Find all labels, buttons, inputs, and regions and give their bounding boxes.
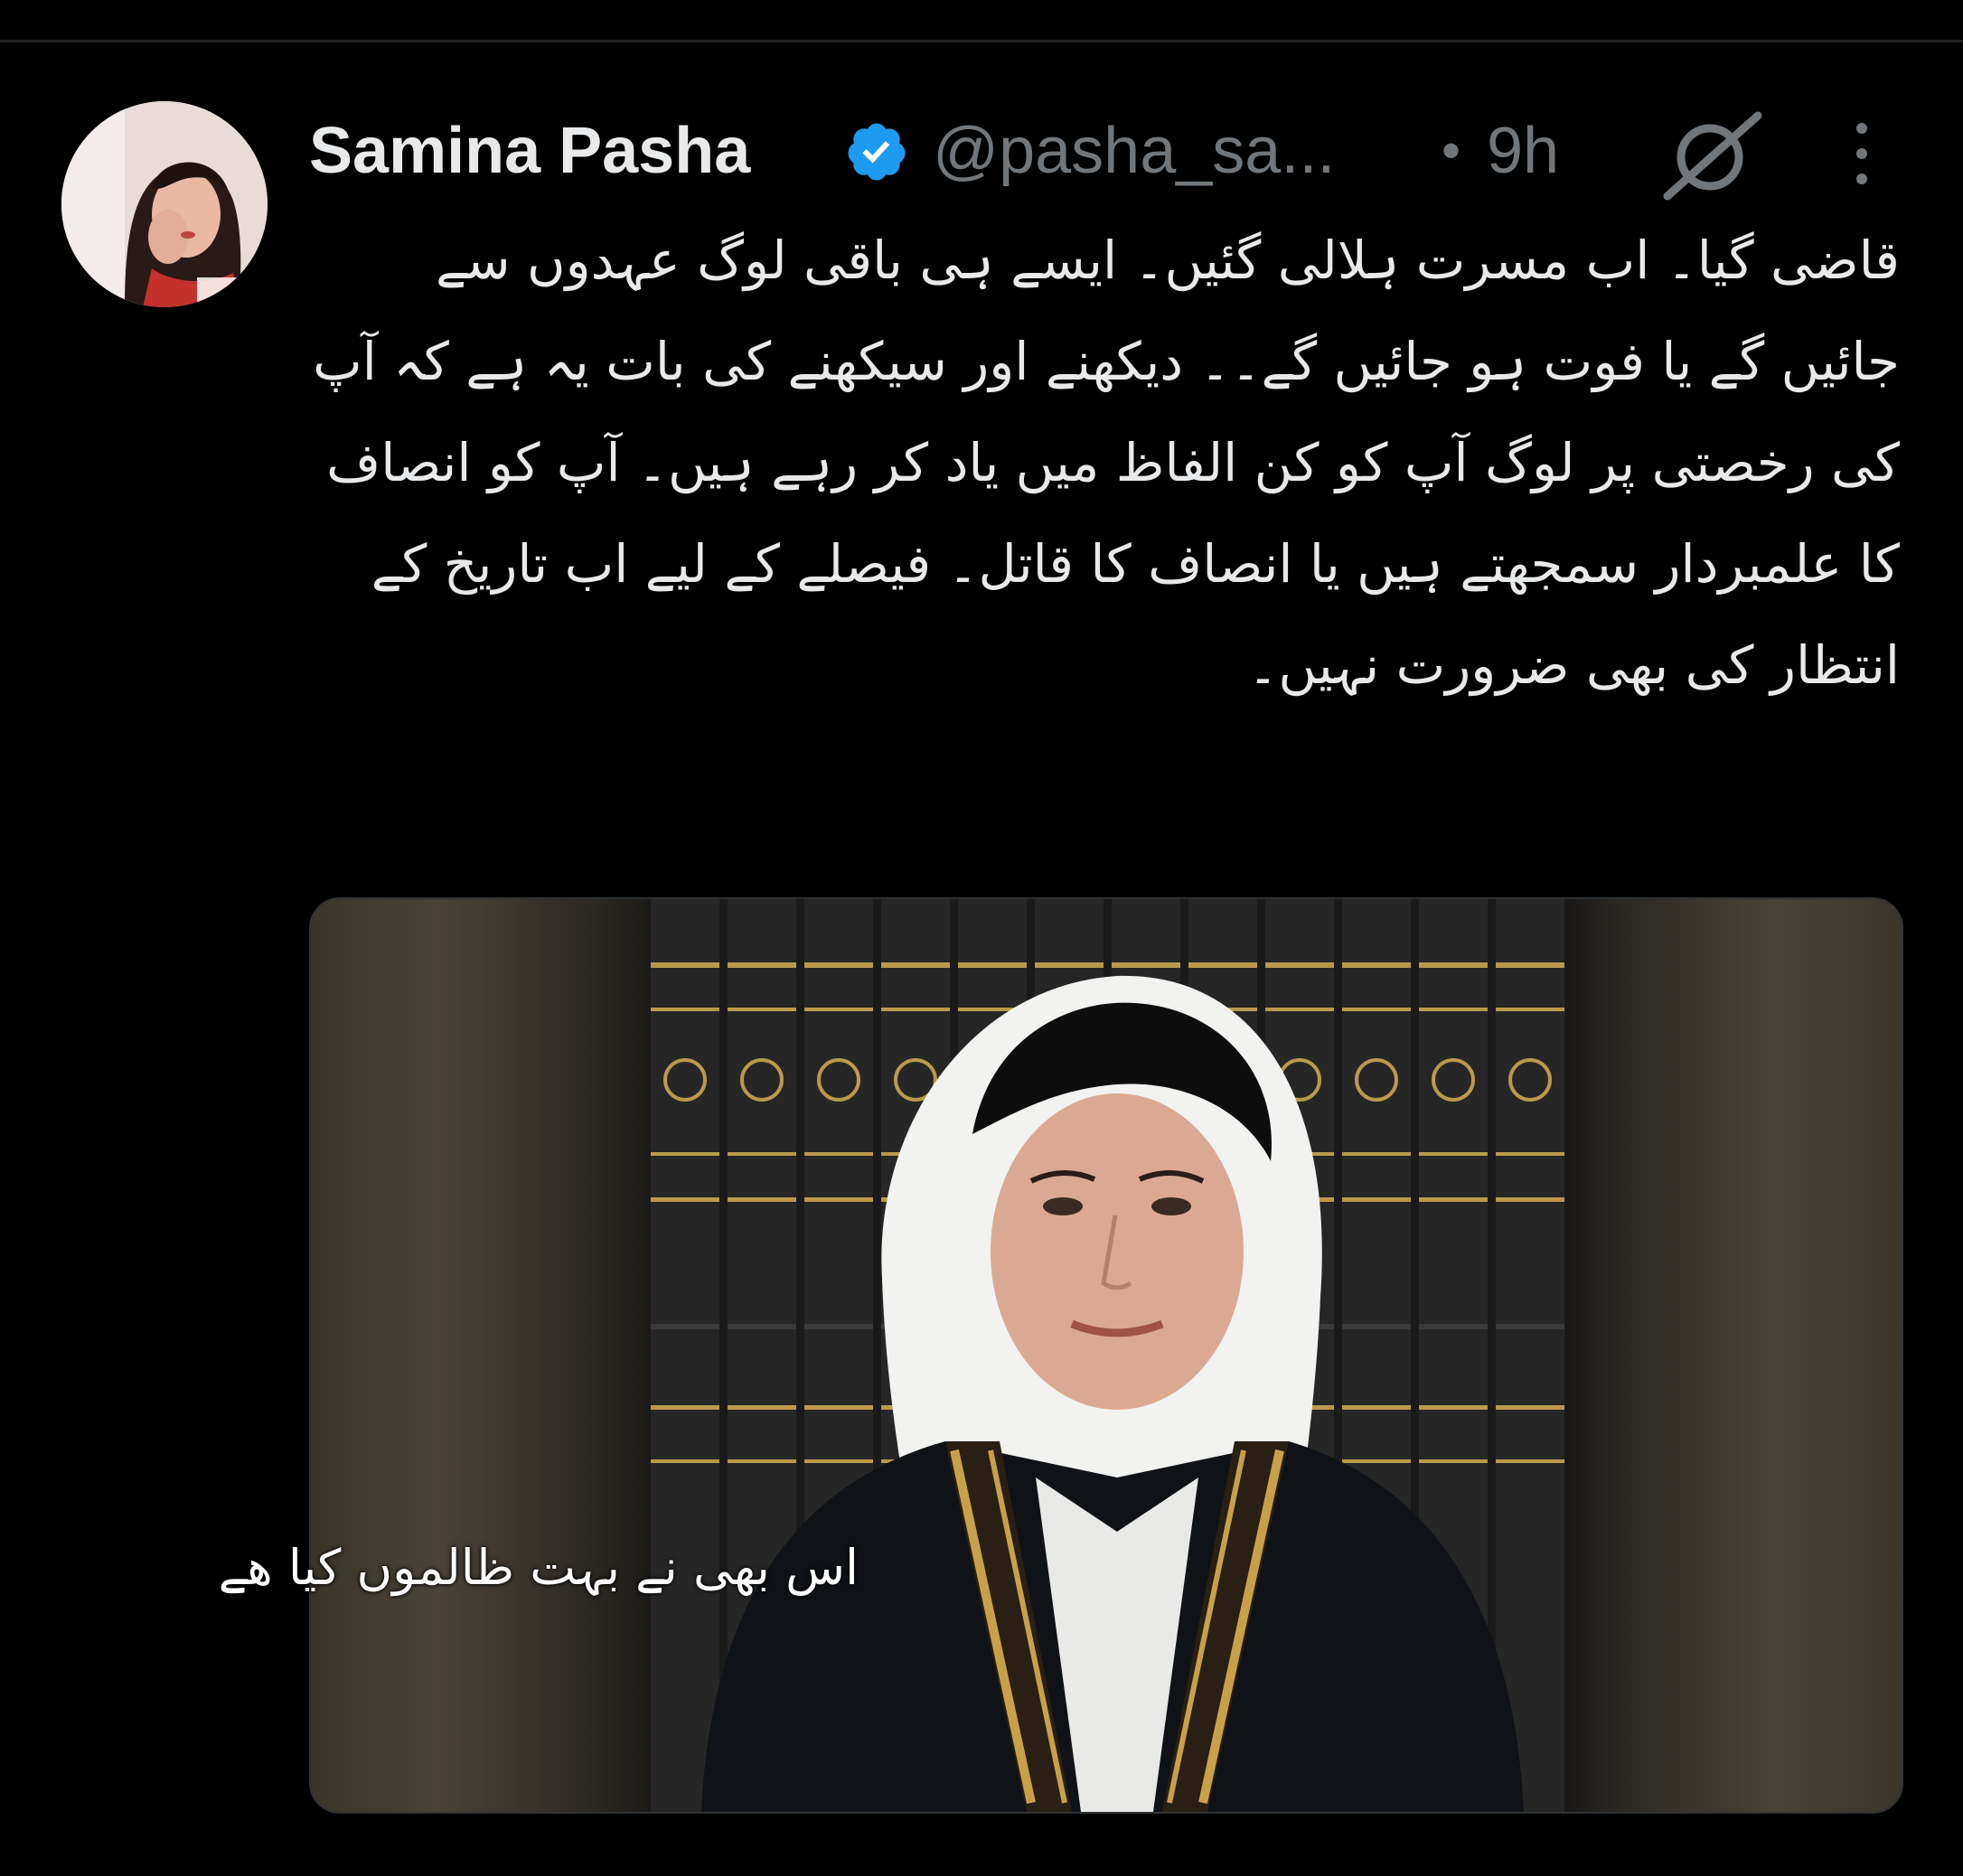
tweet-header: Samina Pasha @pasha_sa... • 9h [309,110,1918,201]
tweet-media[interactable] [309,897,1903,1814]
avatar[interactable] [61,101,268,307]
grok-icon[interactable] [1660,110,1769,201]
tweet[interactable]: Samina Pasha @pasha_sa... • 9h قاضی گیا۔… [0,0,1963,1834]
media-caption-overlay: اس بھی نے بہت ظالموں کیا ھے [218,1539,859,1596]
verified-badge-icon [844,119,909,184]
avatar-photo [61,101,268,307]
author-handle[interactable]: @pasha_sa... [933,110,1335,192]
timestamp[interactable]: 9h [1487,110,1559,192]
author-display-name[interactable]: Samina Pasha [309,110,750,192]
media-photo [647,899,1565,1812]
tweet-text: قاضی گیا۔ اب مسرت ہلالی گئیں۔ ایسے ہی با… [313,230,1900,696]
separator-dot: • [1442,120,1461,181]
more-vertical-icon[interactable] [1846,117,1878,190]
